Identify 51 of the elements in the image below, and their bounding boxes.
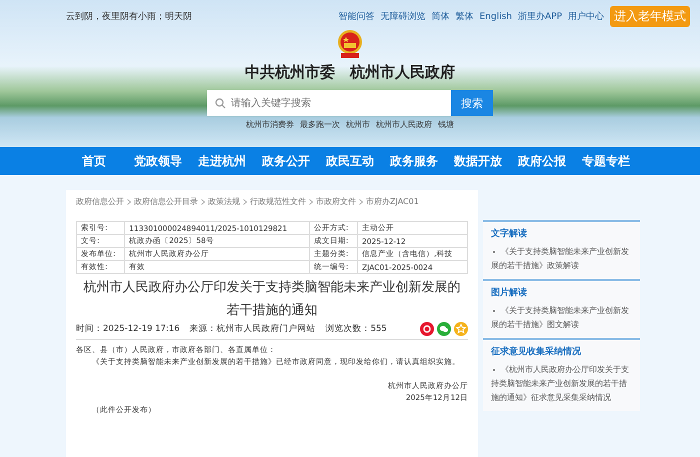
sidebar-heading: 征求意见收集采纳情况 [491,345,582,358]
chevron-icon [243,198,247,204]
article-meta: 来源：杭州市人民政府门户网站 [190,323,316,335]
breadcrumb-link[interactable]: 市政府文件 [316,196,356,207]
search-field[interactable]: 请输入关键字搜索 [207,90,451,116]
nav-item[interactable]: 政府公报 [510,147,574,175]
weather-text: 云到阴，夜里阴有小雨；明天阴 [66,10,193,23]
sidebar-link[interactable]: 《关于支持类脑智能未来产业创新发展的若干措施》政策解读 [491,245,632,273]
search-icon [215,98,226,108]
share-button[interactable] [437,322,451,336]
hot-search-link[interactable]: 杭州市人民政府 [376,119,432,130]
article-meta: 浏览次数：555 [326,323,387,335]
article-title: 杭州市人民政府办公厅印发关于支持类脑智能未来产业创新发展的 [82,279,462,297]
hot-search-link[interactable]: 杭州市消费券 [246,119,294,130]
sidebar-link[interactable]: 《关于支持类脑智能未来产业创新发展的若干措施》图文解读 [491,304,632,332]
nav-item[interactable]: 政务公开 [254,147,318,175]
hot-search-link[interactable]: 钱塘 [438,119,454,130]
top-link[interactable]: 浙里办APP [518,10,562,23]
nav-item[interactable]: 政务服务 [382,147,446,175]
chevron-icon [359,198,363,204]
national-emblem-icon [337,29,363,59]
nav-item[interactable]: 专题专栏 [574,147,638,175]
top-link[interactable]: 用户中心 [568,10,604,23]
top-link[interactable]: 简体 [431,10,450,23]
top-link[interactable]: 繁体 [455,10,474,23]
nav-item[interactable]: 党政领导 [126,147,190,175]
site-title: 中共杭州市委 杭州市人民政府 [245,63,455,82]
nav-item[interactable]: 走进杭州 [190,147,254,175]
nav-item[interactable]: 政民互动 [318,147,382,175]
top-link[interactable]: 无障碍浏览 [380,10,426,23]
nav-item[interactable]: 首页 [62,147,126,175]
breadcrumb-link[interactable]: 政府信息公开 [76,196,124,207]
breadcrumb-link[interactable]: 市府办ZJAC01 [366,196,419,207]
top-link[interactable]: English [479,12,512,22]
hot-search-link[interactable]: 杭州市 [346,119,370,130]
search-button[interactable]: 搜索 [451,90,493,116]
chevron-icon [201,198,205,204]
article-meta: 时间：2025-12-19 17:16 [76,323,180,335]
sidebar-link[interactable]: 《杭州市人民政府办公厅印发关于支持类脑智能未来产业创新发展的若干措施的通知》征求意见采集采纳情况 [491,363,632,405]
chevron-icon [309,198,313,204]
nav-item[interactable]: 数据开放 [446,147,510,175]
breadcrumb-link[interactable]: 行政规范性文件 [250,196,306,207]
share-button[interactable] [420,322,434,336]
sidebar-heading: 文字解读 [491,227,528,240]
breadcrumb-link[interactable]: 政府信息公开目录 [134,196,198,207]
breadcrumb-link[interactable]: 政策法规 [208,196,240,207]
sidebar-heading: 图片解读 [491,286,528,299]
article-title: 若干措施的通知 [226,302,318,320]
hot-search-link[interactable]: 最多跑一次 [300,119,340,130]
chevron-icon [127,198,131,204]
top-link[interactable]: 智能问答 [338,10,374,23]
